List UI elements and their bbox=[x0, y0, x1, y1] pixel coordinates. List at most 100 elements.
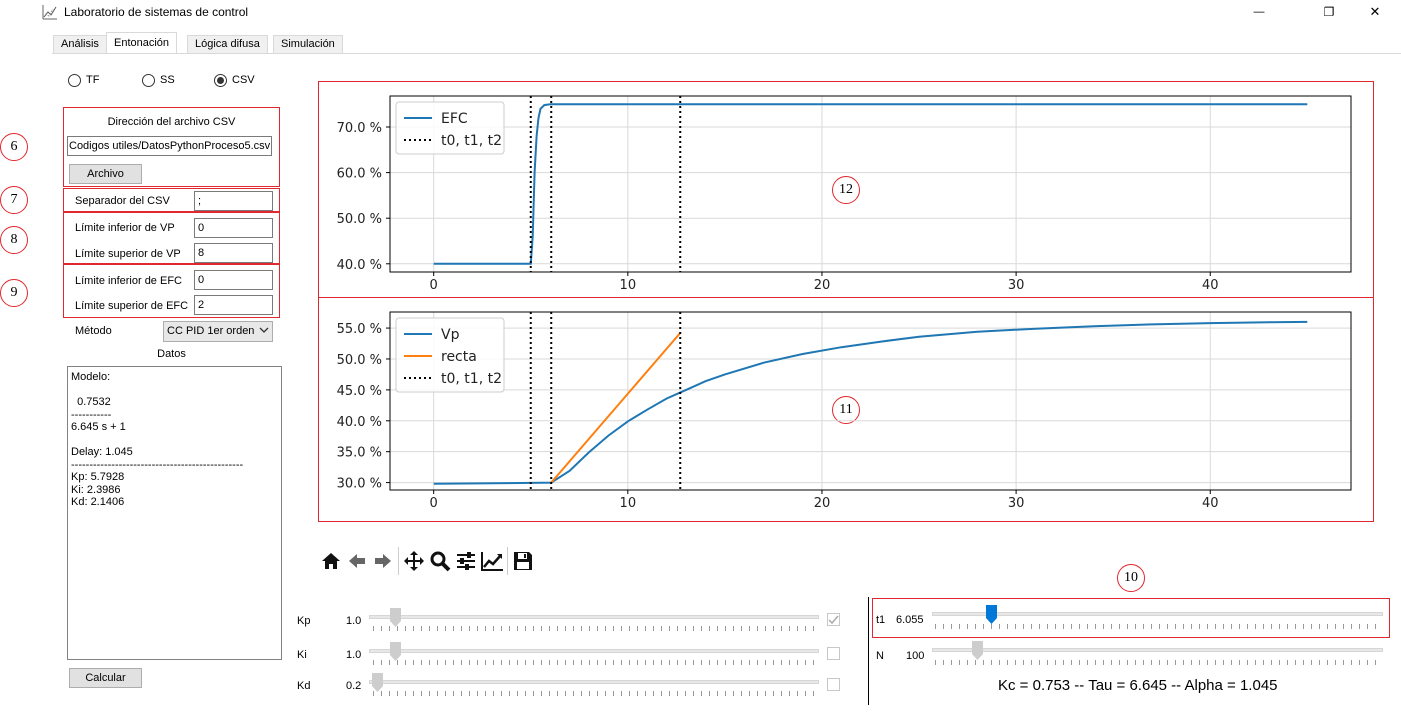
title-bar: Laboratorio de sistemas de control — ❐ ✕ bbox=[0, 0, 1401, 26]
datos-text: Modelo: 0.7532 ----------- 6.645 s + 1 D… bbox=[71, 371, 244, 508]
efc-chart[interactable]: 0 10 20 30 40 40.0 % 50.0 % 60.0 % 70.0 % EFC t0, … bbox=[319, 82, 1373, 297]
x-tick-label: 10 bbox=[620, 278, 637, 293]
toolbar-separator bbox=[507, 547, 508, 575]
radio-ss[interactable]: SS bbox=[142, 72, 175, 88]
plot-toolbar bbox=[318, 546, 536, 576]
radio-dot bbox=[142, 73, 155, 87]
slider-handle-ki[interactable] bbox=[389, 642, 401, 661]
x-tick-label: 20 bbox=[814, 278, 831, 293]
back-icon[interactable] bbox=[344, 548, 370, 574]
save-icon[interactable] bbox=[510, 548, 536, 574]
slider-track-kd[interactable] bbox=[369, 680, 819, 684]
slider-label-t1: t1 bbox=[876, 614, 886, 626]
restore-icon: ❐ bbox=[1323, 5, 1335, 19]
legend-label: t0, t1, t2 bbox=[441, 133, 502, 149]
calcular-button[interactable]: Calcular bbox=[69, 668, 142, 688]
csv-path-label: Dirección del archivo CSV bbox=[107, 116, 236, 128]
slider-track-ki[interactable] bbox=[369, 649, 819, 653]
slider-label-kd: Kd bbox=[297, 680, 311, 692]
csv-path-input[interactable]: Codigos utiles/DatosPythonProceso5.csv bbox=[67, 136, 272, 156]
chevron-down-icon bbox=[259, 325, 269, 340]
slider-ticks bbox=[373, 691, 819, 696]
vp-chart[interactable]: 0 10 20 30 40 30.0 % 35.0 % 40.0 % 45.0 % 50.0 % 5… bbox=[319, 298, 1373, 521]
slider-track-t1[interactable] bbox=[932, 612, 1383, 616]
annotation-8: 8 bbox=[0, 226, 28, 254]
legend-label: t0, t1, t2 bbox=[441, 371, 502, 387]
slider-track-kp[interactable] bbox=[369, 615, 819, 619]
legend-label: recta bbox=[441, 349, 477, 365]
zoom-icon[interactable] bbox=[427, 548, 453, 574]
slider-value-kp: 1.0 bbox=[346, 615, 362, 627]
pan-icon[interactable] bbox=[401, 548, 427, 574]
annotation-6: 6 bbox=[0, 133, 28, 161]
y-tick-label: 50.0 % bbox=[337, 353, 382, 368]
app-chart-icon bbox=[42, 4, 58, 20]
radio-csv[interactable]: CSV bbox=[214, 72, 255, 88]
method-select[interactable]: CC PID 1er orden bbox=[163, 321, 273, 342]
slider-ticks bbox=[935, 624, 1383, 629]
window-title: Laboratorio de sistemas de control bbox=[64, 5, 249, 19]
checkbox-kp[interactable] bbox=[827, 613, 840, 626]
slider-track-n[interactable] bbox=[932, 648, 1383, 652]
vp-high-input[interactable]: 8 bbox=[194, 243, 273, 263]
efc-low-input[interactable]: 0 bbox=[194, 270, 273, 290]
slider-value-n: 100 bbox=[906, 650, 925, 662]
checkbox-kd[interactable] bbox=[827, 678, 840, 691]
x-tick-label: 0 bbox=[430, 496, 438, 511]
panel-divider bbox=[868, 597, 869, 705]
radio-ss-label: SS bbox=[160, 74, 175, 86]
forward-icon[interactable] bbox=[370, 548, 396, 574]
tab-entonacion[interactable]: Entonación bbox=[106, 32, 178, 54]
y-tick-label: 70.0 % bbox=[337, 121, 382, 136]
archivo-button[interactable]: Archivo bbox=[69, 164, 142, 184]
maximize-button[interactable]: ❐ bbox=[1306, 0, 1352, 24]
slider-handle-t1[interactable] bbox=[985, 605, 997, 624]
toolbar-separator bbox=[398, 547, 399, 575]
datos-textbox[interactable]: Modelo: 0.7532 ----------- 6.645 s + 1 D… bbox=[67, 366, 282, 660]
minimize-button[interactable]: — bbox=[1236, 0, 1282, 24]
efc-high-input[interactable]: 2 bbox=[194, 295, 273, 315]
t1-slider-frame bbox=[872, 598, 1390, 638]
slider-ticks bbox=[373, 626, 819, 631]
series-line-efc bbox=[433, 103, 1308, 265]
y-tick-label: 30.0 % bbox=[337, 477, 382, 492]
series-line-recta bbox=[550, 332, 681, 484]
close-button[interactable]: ✕ bbox=[1352, 0, 1398, 24]
method-label: Método bbox=[75, 325, 112, 337]
legend-label: EFC bbox=[441, 111, 468, 127]
slider-handle-n[interactable] bbox=[972, 641, 984, 660]
slider-value-kd: 0.2 bbox=[346, 680, 362, 692]
slider-handle-kp[interactable] bbox=[389, 608, 401, 627]
result-text: Kc = 0.753 -- Tau = 6.645 -- Alpha = 1.0… bbox=[998, 677, 1278, 694]
tab-analisis[interactable]: Análisis bbox=[53, 35, 107, 53]
datos-title: Datos bbox=[157, 348, 186, 360]
separator-input[interactable]: ; bbox=[194, 191, 273, 211]
slider-handle-kd[interactable] bbox=[371, 673, 383, 692]
slider-value-ki: 1.0 bbox=[346, 649, 362, 661]
close-icon: ✕ bbox=[1369, 4, 1381, 19]
tab-logica-difusa[interactable]: Lógica difusa bbox=[187, 35, 268, 53]
tab-simulacion[interactable]: Simulación bbox=[273, 35, 343, 53]
slider-ticks bbox=[373, 660, 819, 665]
efc-low-label: Límite inferior de EFC bbox=[75, 275, 182, 287]
y-tick-label: 35.0 % bbox=[337, 446, 382, 461]
annotation-7: 7 bbox=[0, 186, 28, 214]
edit-axis-icon[interactable] bbox=[479, 548, 505, 574]
checkbox-ki[interactable] bbox=[827, 647, 840, 660]
x-tick-label: 20 bbox=[814, 496, 831, 511]
y-tick-label: 50.0 % bbox=[337, 212, 382, 227]
legend-label: Vp bbox=[441, 327, 460, 343]
y-tick-label: 45.0 % bbox=[337, 384, 382, 399]
radio-tf[interactable]: TF bbox=[68, 72, 99, 88]
configure-subplots-icon[interactable] bbox=[453, 548, 479, 574]
series-line-vp bbox=[433, 320, 1308, 485]
home-icon[interactable] bbox=[318, 548, 344, 574]
y-tick-label: 55.0 % bbox=[337, 322, 382, 337]
annotation-10: 10 bbox=[1117, 564, 1145, 592]
x-tick-label: 30 bbox=[1008, 496, 1025, 511]
x-tick-label: 0 bbox=[430, 278, 438, 293]
radio-dot bbox=[68, 73, 81, 87]
vp-low-input[interactable]: 0 bbox=[194, 218, 273, 238]
y-tick-label: 60.0 % bbox=[337, 167, 382, 182]
radio-tf-label: TF bbox=[86, 74, 100, 86]
